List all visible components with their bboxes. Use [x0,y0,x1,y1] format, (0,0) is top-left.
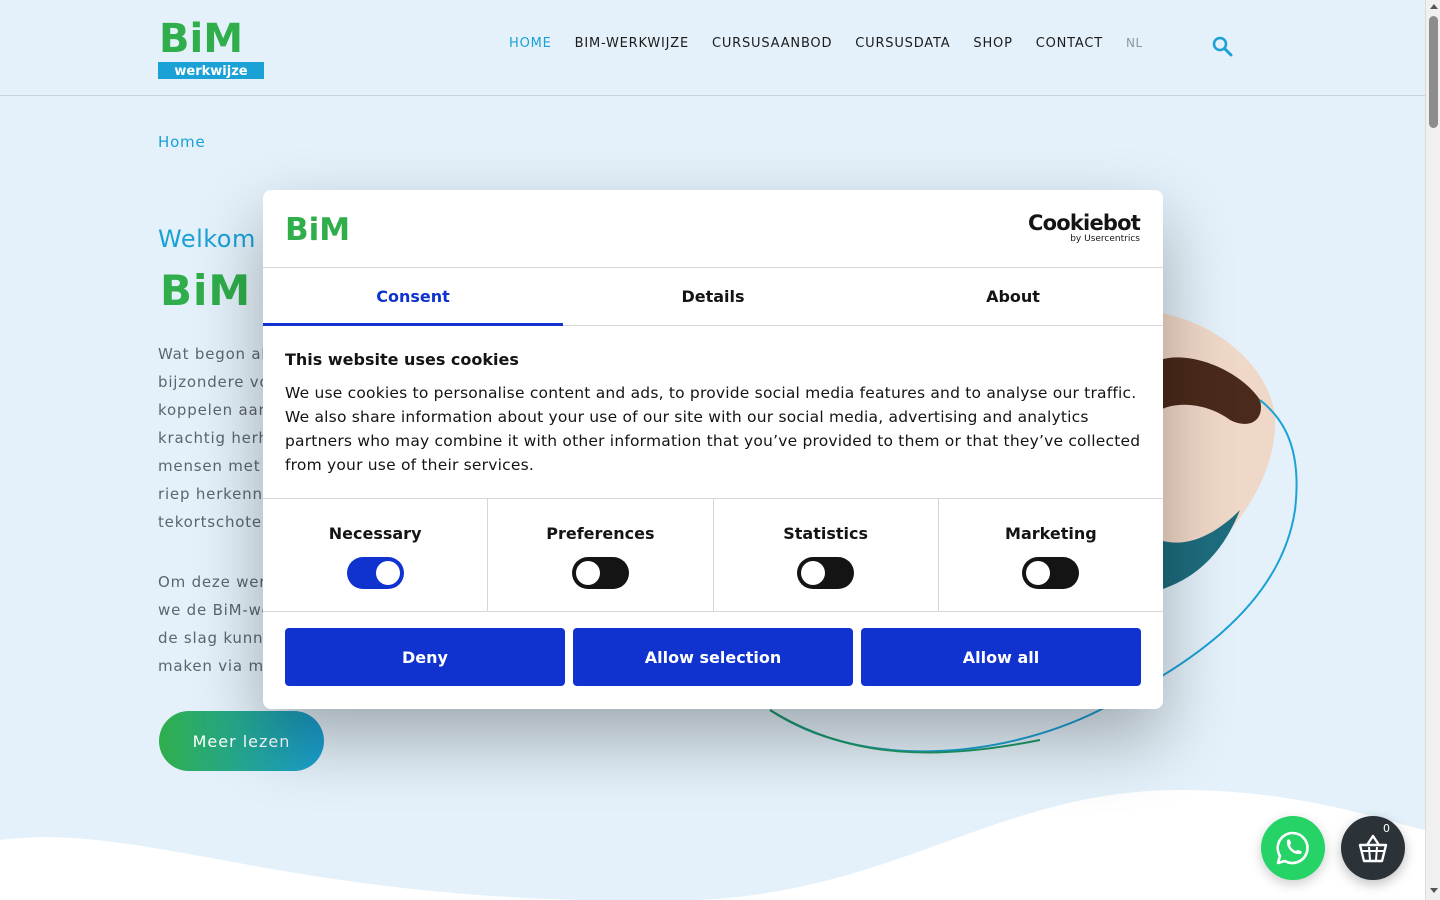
site-logo[interactable]: BiM werkwijze [158,14,264,80]
consent-toggles: Necessary Preferences Statistics Marketi… [263,499,1163,612]
toggle-label-preferences: Preferences [546,524,655,543]
welcome-heading: Welkom [158,225,256,253]
tab-details[interactable]: Details [563,268,863,325]
cart-button[interactable]: 0 [1341,816,1405,880]
dialog-header: BiM Cookiebot by Usercentrics [263,190,1163,268]
svg-text:werkwijze: werkwijze [174,64,247,79]
nav-cursusaanbod[interactable]: CURSUSAANBOD [712,36,832,51]
site-header: BiM werkwijze HOME BIM-WERKWIJZE CURSUSA… [0,0,1425,96]
allow-all-button[interactable]: Allow all [861,628,1141,686]
basket-icon [1358,834,1388,863]
marketing-toggle[interactable] [1022,557,1080,589]
toggle-knob [801,561,826,585]
scrollbar-thumb[interactable] [1429,16,1438,128]
toggle-marketing-cell: Marketing [939,499,1163,611]
toggle-knob [1026,561,1051,585]
necessary-toggle[interactable] [346,557,404,589]
scroll-down-arrow-icon[interactable] [1430,888,1438,893]
deny-button[interactable]: Deny [285,628,565,686]
dialog-tabs: Consent Details About [263,268,1163,326]
cart-count-badge: 0 [1383,822,1390,835]
toggle-statistics-cell: Statistics [714,499,939,611]
toggle-label-necessary: Necessary [328,524,422,543]
whatsapp-button[interactable] [1261,816,1325,880]
toggle-knob [375,561,400,585]
breadcrumb[interactable]: Home [158,133,206,151]
nav-contact[interactable]: CONTACT [1036,36,1103,51]
toggle-necessary-cell: Necessary [263,499,489,611]
dialog-buttons: Deny Allow selection Allow all [263,612,1163,702]
svg-text:BiM: BiM [159,16,243,62]
search-icon[interactable] [1211,35,1233,57]
tab-about[interactable]: About [863,268,1163,325]
cookiebot-logo[interactable]: Cookiebot by Usercentrics [1028,212,1141,244]
nav-home[interactable]: HOME [509,36,552,51]
preferences-toggle[interactable] [571,557,629,589]
dialog-body: This website uses cookies We use cookies… [263,326,1163,499]
main-nav: HOME BIM-WERKWIJZE CURSUSAANBOD CURSUSDA… [509,36,1166,51]
second-paragraph: Om deze wer we de BiM-we de slag kunne m… [158,573,275,675]
dialog-site-logo: BiM [285,212,350,244]
nav-cursusdata[interactable]: CURSUSDATA [855,36,950,51]
nav-bim-werkwijze[interactable]: BIM-WERKWIJZE [575,36,689,51]
whatsapp-icon [1276,831,1309,865]
language-switcher[interactable]: NL [1126,36,1143,51]
intro-paragraph: Wat begon al bijzondere vo koppelen aan … [158,345,276,531]
bottom-wave [0,790,1425,900]
nav-shop[interactable]: SHOP [973,36,1012,51]
page-scrollbar[interactable] [1425,0,1440,900]
cookie-consent-dialog: BiM Cookiebot by Usercentrics Consent De… [263,190,1163,709]
scroll-up-arrow-icon[interactable] [1430,4,1438,9]
statistics-toggle[interactable] [797,557,855,589]
toggle-label-statistics: Statistics [783,524,868,543]
read-more-button[interactable]: Meer lezen [159,711,324,771]
toggle-preferences-cell: Preferences [488,499,714,611]
allow-selection-button[interactable]: Allow selection [573,628,853,686]
toggle-label-marketing: Marketing [1005,524,1097,543]
dialog-title: This website uses cookies [285,350,519,369]
dialog-description: We use cookies to personalise content an… [285,384,1141,474]
toggle-knob [575,561,600,585]
svg-text:BiM: BiM [285,212,350,244]
tab-consent[interactable]: Consent [263,268,563,326]
